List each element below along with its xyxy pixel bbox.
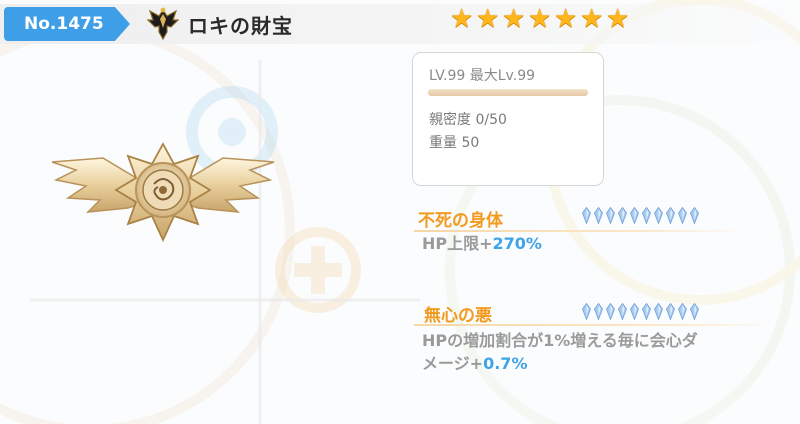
level-progress-bar [428, 89, 588, 96]
star-icon: ★ [580, 4, 604, 34]
crystal-icon [594, 207, 603, 224]
crystal-icon [582, 303, 591, 320]
skill-2-desc-line1: HPの増加割合が1%増える毎に会心ダ [422, 331, 698, 350]
star-icon: ★ [528, 4, 552, 34]
crystal-icon [594, 303, 603, 320]
crystal-icon [654, 303, 663, 320]
winged-medal-icon [51, 142, 275, 243]
star-icon: ★ [502, 4, 526, 34]
rarity-stars: ★ ★ ★ ★ ★ ★ ★ [450, 4, 630, 34]
crystal-icon [606, 303, 615, 320]
skill-1-desc-text: HP上限+ [422, 234, 493, 253]
star-icon: ★ [450, 4, 474, 34]
crystal-icon [678, 303, 687, 320]
skill-2-desc-value: 0.7% [483, 354, 528, 373]
star-icon: ★ [476, 4, 500, 34]
star-icon: ★ [554, 4, 578, 34]
crystal-icon [690, 303, 699, 320]
skill-2-desc-line2: メージ+0.7% [422, 352, 794, 375]
crystal-icon [654, 207, 663, 224]
item-title: ロキの財宝 [188, 14, 293, 38]
crystal-icon [666, 303, 675, 320]
affinity-text: 親密度 0/50 [429, 112, 507, 128]
skill-1-crystals [582, 207, 699, 224]
stat-panel: LV.99 最大Lv.99 親密度 0/50 重量 50 [412, 52, 604, 186]
crystal-icon [642, 303, 651, 320]
weight-text: 重量 50 [429, 135, 480, 151]
crystal-icon [618, 207, 627, 224]
level-progress-fill [428, 89, 588, 96]
skill-2-name: 無心の悪 [424, 306, 492, 326]
crystal-icon [630, 207, 639, 224]
crystal-icon [690, 207, 699, 224]
skill-1-description: HP上限+270% [422, 232, 542, 255]
skill-2-desc-text: メージ+ [422, 354, 484, 373]
level-text: LV.99 最大Lv.99 [429, 68, 536, 84]
star-icon: ★ [606, 4, 630, 34]
skill-2-crystals [582, 303, 699, 320]
winged-emblem-icon [147, 7, 179, 41]
crystal-icon [618, 303, 627, 320]
crystal-icon [678, 207, 687, 224]
crystal-icon [666, 207, 675, 224]
skill-2-description: HPの増加割合が1%増える毎に会心ダ メージ+0.7% [422, 329, 794, 375]
crystal-icon [606, 207, 615, 224]
skill-1-name: 不死の身体 [418, 211, 503, 231]
item-number-tab: No.1475 [4, 7, 130, 41]
crystal-icon [630, 303, 639, 320]
skill-1-desc-value: 270% [492, 234, 542, 253]
crystal-icon [582, 207, 591, 224]
crystal-icon [642, 207, 651, 224]
item-number: No.1475 [24, 14, 104, 34]
skill-2-divider [414, 324, 774, 326]
